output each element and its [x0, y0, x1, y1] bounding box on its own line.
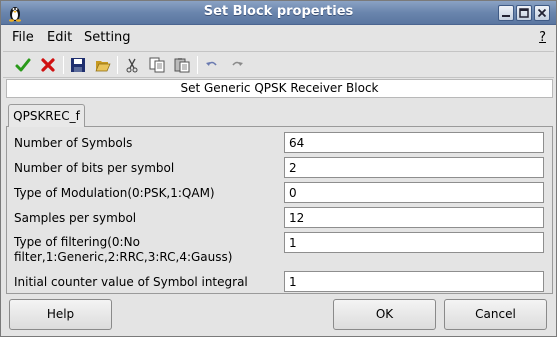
samples-per-symbol-field[interactable]	[284, 207, 544, 228]
title-bar[interactable]: Set Block properties	[1, 1, 556, 25]
param-label-filtering-type-line2: filter,1:Generic,2:RRC,3:RC,4:Gauss)	[14, 250, 233, 264]
close-icon	[537, 8, 547, 18]
redo-tool-button[interactable]	[227, 55, 247, 75]
close-window-button[interactable]	[534, 5, 550, 21]
redo-icon	[232, 61, 243, 66]
bits-per-symbol-field[interactable]	[284, 157, 544, 178]
paste-tool-button[interactable]	[172, 55, 192, 75]
tab-qpskrec[interactable]: QPSKREC_f	[8, 104, 85, 127]
maximize-icon	[519, 8, 529, 18]
copy-tool-button[interactable]	[147, 55, 167, 75]
open-folder-icon	[95, 61, 111, 72]
param-label-modulation-type: Type of Modulation(0:PSK,1:QAM)	[14, 186, 215, 200]
save-tool-button[interactable]	[68, 55, 88, 75]
cut-tool-button[interactable]	[122, 55, 142, 75]
toolbar-separator	[197, 56, 198, 74]
help-button[interactable]: Help	[9, 299, 112, 330]
copy-icon	[149, 57, 165, 73]
toolbar-separator	[117, 56, 118, 74]
param-label-filtering-type-line1: Type of filtering(0:No	[14, 235, 140, 249]
ok-tool-button[interactable]	[13, 55, 33, 75]
ok-button[interactable]: OK	[333, 299, 436, 330]
save-icon	[71, 58, 85, 72]
paste-icon	[174, 58, 190, 73]
check-icon	[15, 58, 31, 72]
undo-tool-button[interactable]	[202, 55, 222, 75]
menu-edit[interactable]: Edit	[47, 30, 72, 45]
dialog-window: Set Block properties File Edit Setting ?	[0, 0, 557, 337]
param-label-initial-counter: Initial counter value of Symbol integral	[14, 275, 248, 289]
menu-bar: File Edit Setting ?	[1, 26, 556, 50]
open-tool-button[interactable]	[93, 55, 113, 75]
window-title: Set Block properties	[203, 4, 354, 19]
param-label-bits-per-symbol: Number of bits per symbol	[14, 161, 175, 175]
undo-icon	[206, 61, 217, 66]
cut-icon	[126, 58, 138, 73]
menu-help[interactable]: ?	[539, 30, 546, 45]
initial-counter-field[interactable]	[284, 271, 544, 292]
cancel-button[interactable]: Cancel	[444, 299, 547, 330]
menu-setting[interactable]: Setting	[84, 30, 131, 45]
minimize-button[interactable]	[498, 5, 514, 21]
toolbar-separator	[63, 56, 64, 74]
minimize-icon	[502, 15, 510, 17]
num-symbols-field[interactable]	[284, 132, 544, 153]
filtering-type-field[interactable]	[284, 232, 544, 253]
maximize-button[interactable]	[516, 5, 532, 21]
cross-icon	[41, 58, 55, 72]
toolbar	[3, 51, 554, 78]
menu-file[interactable]: File	[12, 30, 34, 45]
param-label-samples-per-symbol: Samples per symbol	[14, 211, 137, 225]
block-heading: Set Generic QPSK Receiver Block	[6, 79, 553, 98]
param-label-num-symbols: Number of Symbols	[14, 136, 133, 150]
cancel-tool-button[interactable]	[38, 55, 58, 75]
modulation-type-field[interactable]	[284, 182, 544, 203]
